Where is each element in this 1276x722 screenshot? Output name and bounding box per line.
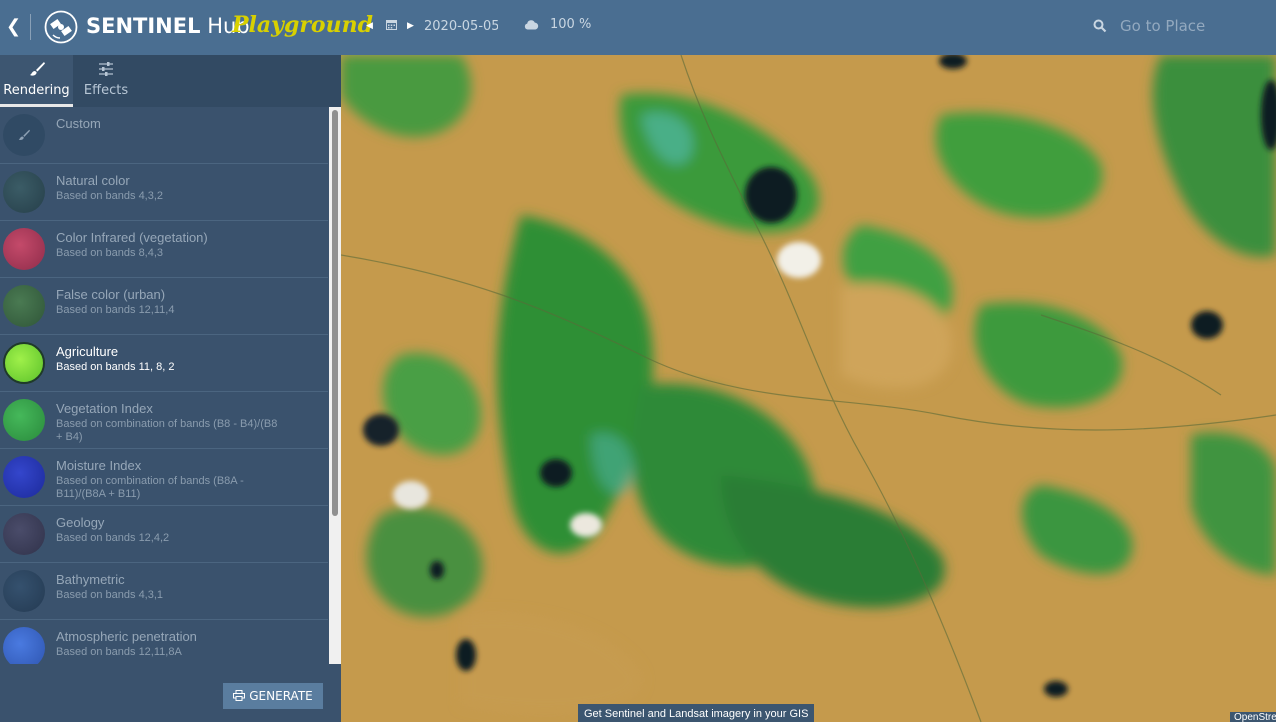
generate-label: GENERATE [249,689,313,703]
preset-natural-color[interactable]: Natural color Based on bands 4,3,2 [0,164,328,221]
preset-thumbnail [3,342,45,384]
tab-rendering-label: Rendering [3,83,70,98]
sliders-icon [99,62,113,76]
preset-thumbnail [3,399,45,441]
preset-vegetation-index[interactable]: Vegetation Index Based on combination of… [0,392,328,449]
gis-promo-banner[interactable]: Get Sentinel and Landsat imagery in your… [578,704,815,722]
top-bar: ❮ SENTINEL Hub Playground ◀ ▶ 100 % [0,0,1276,55]
brush-icon [18,129,30,140]
preset-thumbnail [3,228,45,270]
preset-thumbnail [3,285,45,327]
cloud-icon [524,20,539,30]
scrollbar-thumb[interactable] [332,110,338,516]
preset-name: False color (urban) [56,287,166,302]
preset-description: Based on bands 8,4,3 [56,247,164,259]
printer-icon [233,690,246,701]
preset-name: Atmospheric penetration [56,629,197,644]
preset-description: Based on bands 12,11,4 [56,304,175,316]
satellite-map[interactable]: Get Sentinel and Landsat imagery in your… [341,55,1276,722]
satellite-logo-icon [44,10,78,44]
search-icon [1093,19,1107,33]
preset-name: Geology [56,515,105,530]
preset-description: Based on combination of bands (B8 - B4)/… [56,418,278,443]
preset-custom[interactable]: Custom [0,107,328,164]
preset-false-color-urban[interactable]: False color (urban) Based on bands 12,11… [0,278,328,335]
generate-button[interactable]: GENERATE [223,683,323,709]
preset-list-scrollbar[interactable] [329,107,341,664]
sidebar-tabs: Rendering Effects [0,55,341,107]
app-subtitle: Playground [232,12,373,38]
preset-name: Custom [56,116,101,131]
preset-thumbnail [3,513,45,555]
preset-agriculture[interactable]: Agriculture Based on bands 11, 8, 2 [0,335,328,392]
preset-description: Based on bands 12,4,2 [56,532,170,544]
preset-name: Bathymetric [56,572,125,587]
preset-moisture-index[interactable]: Moisture Index Based on combination of b… [0,449,328,506]
preset-name: Agriculture [56,344,119,359]
map-imagery [341,55,1276,722]
tab-effects[interactable]: Effects [73,55,139,107]
osm-attribution[interactable]: OpenStreetMap [1230,712,1276,722]
preset-description: Based on bands 12,11,8A [56,646,182,658]
preset-name: Color Infrared (vegetation) [56,230,208,245]
preset-list: Custom Natural color Based on bands 4,3,… [0,107,328,664]
preset-name: Moisture Index [56,458,142,473]
preset-name: Natural color [56,173,130,188]
tab-rendering[interactable]: Rendering [0,55,73,107]
preset-thumbnail [3,171,45,213]
preset-bathymetric[interactable]: Bathymetric Based on bands 4,3,1 [0,563,328,620]
preset-color-infrared[interactable]: Color Infrared (vegetation) Based on ban… [0,221,328,278]
preset-thumbnail [3,114,45,156]
next-date-icon[interactable]: ▶ [407,18,414,34]
prev-date-icon[interactable]: ◀ [366,18,373,34]
preset-thumbnail [3,627,45,664]
preset-thumbnail [3,570,45,612]
header-divider [30,14,31,40]
brush-icon [29,62,45,76]
cloud-coverage-value[interactable]: 100 % [550,16,591,34]
sidebar: Rendering Effects Custom Natural color B… [0,55,341,722]
preset-description: Based on bands 4,3,1 [56,589,164,601]
tab-effects-label: Effects [83,83,129,98]
back-chevron-icon[interactable]: ❮ [6,16,22,38]
date-input[interactable] [424,15,498,37]
preset-thumbnail [3,456,45,498]
preset-description: Based on combination of bands (B8A - B11… [56,475,244,500]
preset-name: Vegetation Index [56,401,153,416]
preset-geology[interactable]: Geology Based on bands 12,4,2 [0,506,328,563]
preset-description: Based on bands 4,3,2 [56,190,164,202]
calendar-icon[interactable] [386,19,397,30]
go-to-place-input[interactable] [1120,13,1270,39]
preset-atmospheric-penetration[interactable]: Atmospheric penetration Based on bands 1… [0,620,328,664]
preset-description: Based on bands 11, 8, 2 [56,361,175,373]
brand-name: SENTINEL Hub [86,14,250,38]
